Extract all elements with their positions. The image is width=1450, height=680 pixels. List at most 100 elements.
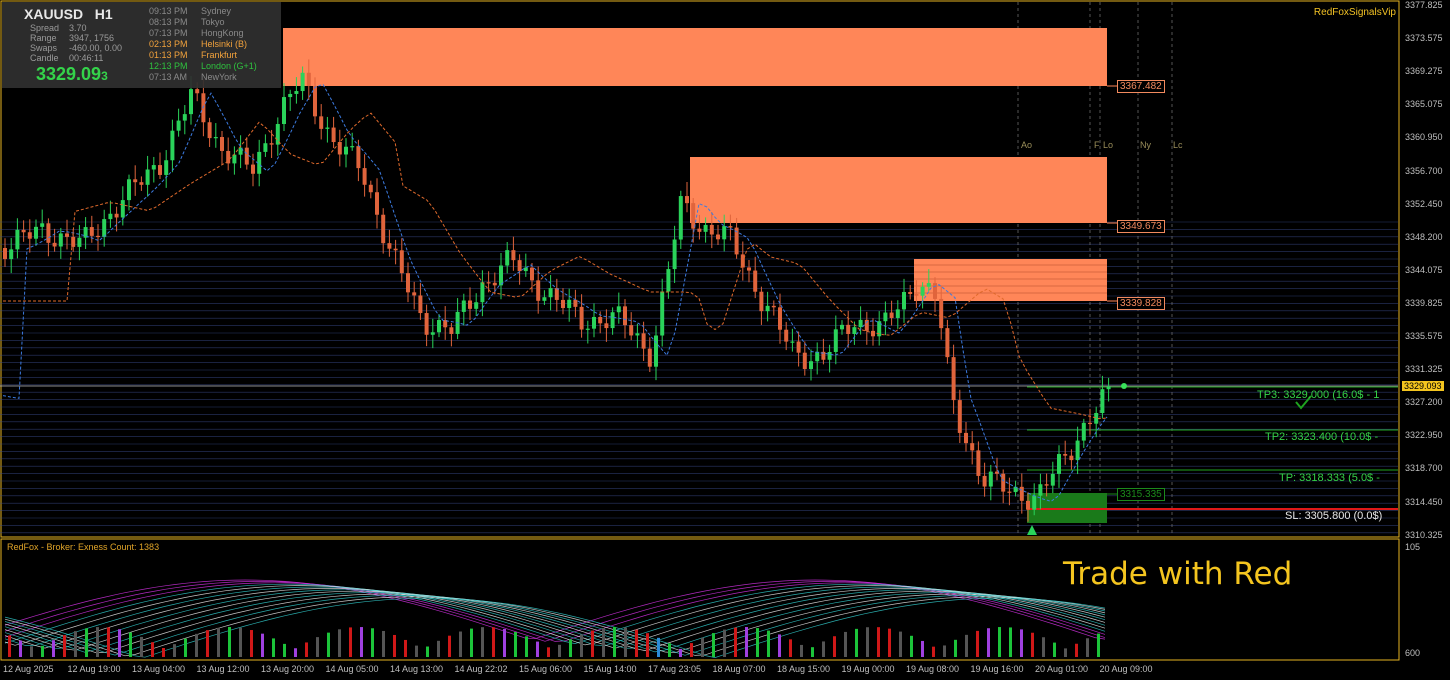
- candle: [895, 309, 900, 318]
- session-city: Frankfurt: [201, 50, 238, 60]
- candle: [350, 146, 355, 148]
- time-tick-label: 12 Aug 19:00: [67, 664, 121, 674]
- supply-zone: [690, 157, 1107, 223]
- candle: [802, 352, 807, 369]
- candle: [492, 282, 497, 286]
- histogram-bar: [569, 639, 572, 657]
- candle: [46, 223, 51, 243]
- session-time: 08:13 PM: [149, 17, 188, 27]
- histogram-bar: [30, 646, 33, 657]
- candle: [145, 169, 150, 185]
- candle: [1106, 386, 1111, 390]
- candle: [753, 270, 758, 292]
- candle: [542, 297, 547, 301]
- price-tick-label: 3356.700: [1405, 165, 1443, 176]
- session-city: Sydney: [201, 6, 232, 16]
- histogram-bar: [1075, 643, 1078, 657]
- candle: [449, 327, 454, 334]
- candle: [530, 267, 534, 281]
- brand-label: RedFoxSignalsVip: [1313, 7, 1396, 18]
- candle: [945, 328, 950, 358]
- candle: [9, 249, 14, 260]
- histogram-bar: [85, 628, 88, 657]
- histogram-bar: [613, 627, 616, 657]
- candle: [567, 299, 572, 309]
- session-marker: Ao: [1021, 140, 1033, 150]
- candle-label: Candle: [30, 53, 59, 63]
- histogram-bar: [459, 631, 462, 657]
- candle: [796, 341, 801, 353]
- candle: [815, 351, 820, 362]
- candle: [1100, 389, 1105, 414]
- price-tick-label: 3339.825: [1405, 297, 1443, 308]
- histogram-bar: [536, 641, 539, 657]
- candle: [635, 333, 640, 336]
- swaps-label: Swaps: [30, 43, 58, 53]
- candle: [573, 299, 578, 307]
- candle: [672, 239, 677, 270]
- histogram-bar: [646, 633, 649, 657]
- candle: [387, 243, 392, 249]
- time-tick-label: 15 Aug 06:00: [519, 664, 573, 674]
- session-marker: Lo: [1103, 140, 1114, 150]
- candle: [784, 329, 789, 342]
- session-time: 02:13 PM: [149, 39, 188, 49]
- candle: [1007, 491, 1012, 493]
- candle: [34, 226, 38, 239]
- candle: [908, 291, 913, 294]
- candle: [437, 320, 441, 333]
- candle: [1088, 422, 1092, 425]
- candle: [976, 450, 981, 476]
- candle: [300, 72, 305, 92]
- candle: [1069, 455, 1074, 461]
- histogram-bar: [921, 640, 924, 657]
- time-tick-label: 13 Aug 04:00: [132, 664, 186, 674]
- candle: [269, 143, 274, 145]
- candle: [294, 91, 299, 94]
- histogram-bar: [404, 639, 407, 657]
- candle: [523, 267, 528, 272]
- histogram-bar: [987, 628, 990, 657]
- spread-label: Spread: [30, 23, 60, 33]
- histogram-bar: [316, 637, 319, 657]
- histogram-bar: [998, 627, 1001, 657]
- candle: [933, 283, 937, 299]
- price-tick-label: 3331.325: [1405, 364, 1443, 375]
- histogram-bar: [239, 627, 242, 657]
- histogram-bar: [866, 627, 869, 657]
- zone-price-label: 3339.828: [1117, 297, 1165, 310]
- session-city: Helsinki (B): [201, 39, 248, 49]
- histogram-bar: [701, 637, 704, 657]
- candle-timer: 00:46:11: [69, 53, 104, 63]
- ribbon-line: [4, 595, 1106, 656]
- candle: [139, 182, 144, 185]
- session-time: 07:13 PM: [149, 28, 188, 38]
- sub-axis-label: 600: [1405, 648, 1421, 658]
- price-tick-label: 3352.450: [1405, 198, 1443, 209]
- candle: [610, 312, 615, 329]
- session-city: NewYork: [201, 72, 237, 82]
- histogram-bar: [41, 645, 44, 657]
- tp3-label: TP3: 3329.000 (16.0$ - 1: [1257, 389, 1380, 401]
- histogram-bar: [162, 647, 165, 657]
- bid-price: 3329.093: [36, 64, 108, 84]
- time-tick-label: 20 Aug 09:00: [1099, 664, 1153, 674]
- candle: [114, 213, 119, 218]
- histogram-bar: [382, 630, 385, 657]
- candle: [647, 348, 652, 367]
- candle: [871, 330, 875, 337]
- candle: [505, 250, 510, 266]
- candle: [902, 291, 906, 310]
- histogram-bar: [976, 630, 979, 657]
- histogram-bar: [624, 627, 627, 657]
- histogram-bar: [503, 628, 506, 657]
- histogram-bar: [932, 646, 935, 657]
- candle: [282, 97, 286, 125]
- histogram-bar: [514, 632, 517, 657]
- candle: [1063, 454, 1068, 456]
- candle: [678, 196, 683, 240]
- histogram-bar: [580, 634, 583, 657]
- sub-axis-label: 105: [1405, 542, 1421, 552]
- session-city: London (G+1): [201, 61, 257, 71]
- candle: [52, 242, 57, 247]
